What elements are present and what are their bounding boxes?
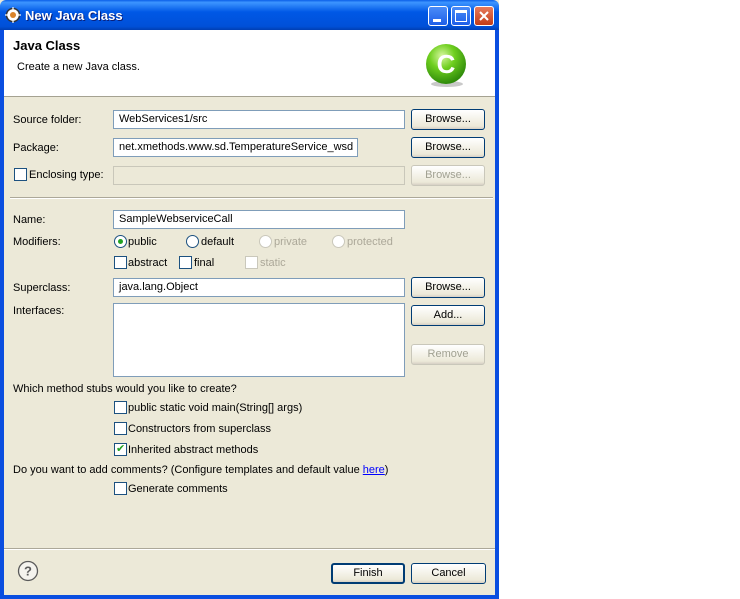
modifiers-label: Modifiers:	[13, 236, 61, 248]
window-frame-left	[0, 30, 4, 599]
modifier-private-label: private	[274, 236, 308, 248]
help-glyph: ?	[24, 564, 32, 579]
modifier-final-checkbox[interactable]	[179, 256, 192, 269]
package-input[interactable]: net.xmethods.www.sd.TemperatureService_w…	[113, 138, 358, 157]
minimize-button[interactable]	[428, 6, 448, 26]
cancel-button[interactable]: Cancel	[411, 563, 486, 584]
modifier-protected-radio[interactable]	[332, 235, 345, 248]
interfaces-add-button[interactable]: Add...	[411, 305, 485, 326]
source-folder-label: Source folder:	[13, 114, 82, 126]
close-button[interactable]	[474, 6, 494, 26]
interfaces-label: Interfaces:	[13, 305, 65, 317]
package-browse-button[interactable]: Browse...	[411, 137, 485, 158]
configure-templates-link[interactable]: here	[363, 464, 385, 476]
superclass-label: Superclass:	[13, 282, 71, 294]
generate-comments-label: Generate comments	[128, 483, 228, 495]
modifier-public-radio[interactable]	[114, 235, 127, 248]
modifier-private-radio[interactable]	[259, 235, 272, 248]
window-frame-bottom	[0, 595, 499, 599]
wizard-subtitle: Create a new Java class.	[17, 61, 140, 73]
method-stubs-question: Which method stubs would you like to cre…	[13, 383, 237, 395]
java-class-logo-icon: C	[426, 44, 466, 87]
comments-question: Do you want to add comments? (Configure …	[13, 464, 388, 476]
modifier-abstract-label: abstract	[128, 257, 168, 269]
modifier-protected-label: protected	[347, 236, 393, 248]
modifier-static-label: static	[260, 257, 286, 269]
comments-question-prefix: Do you want to add comments? (Configure …	[13, 464, 363, 476]
enclosing-type-checkbox[interactable]	[14, 168, 27, 181]
modifier-abstract-checkbox[interactable]	[114, 256, 127, 269]
modifier-default-label: default	[201, 236, 235, 248]
wizard-header: Java Class Create a new Java class. C	[4, 30, 495, 97]
stub-constructors-checkbox[interactable]	[114, 422, 127, 435]
wizard-title: Java Class	[13, 38, 81, 53]
package-label: Package:	[13, 142, 59, 154]
name-input[interactable]: SampleWebserviceCall	[113, 210, 405, 229]
modifier-static-checkbox[interactable]	[245, 256, 258, 269]
footer-separator	[4, 548, 495, 550]
help-icon[interactable]: ?	[17, 560, 39, 582]
enclosing-type-label: Enclosing type:	[29, 169, 104, 181]
modifier-default-radio[interactable]	[186, 235, 199, 248]
eclipse-icon	[5, 7, 21, 23]
section-separator	[10, 197, 493, 199]
interfaces-remove-button[interactable]: Remove	[411, 344, 485, 365]
maximize-button[interactable]	[451, 6, 471, 26]
stub-inherited-checkbox[interactable]	[114, 442, 127, 456]
window-title: New Java Class	[25, 8, 123, 23]
enclosing-type-input[interactable]	[113, 166, 405, 185]
stub-inherited-label: Inherited abstract methods	[128, 444, 259, 456]
superclass-browse-button[interactable]: Browse...	[411, 277, 485, 298]
source-folder-input[interactable]: WebServices1/src	[113, 110, 405, 129]
stub-constructors-label: Constructors from superclass	[128, 423, 272, 435]
comments-question-suffix: )	[384, 464, 389, 476]
finish-button[interactable]: Finish	[331, 563, 405, 584]
stub-main-checkbox[interactable]	[114, 401, 127, 414]
modifier-public-label: public	[128, 236, 157, 248]
title-bar[interactable]: New Java Class	[0, 0, 499, 30]
close-icon	[479, 11, 489, 21]
name-label: Name:	[13, 214, 46, 226]
maximize-icon	[455, 10, 467, 22]
logo-letter: C	[437, 49, 456, 79]
source-folder-browse-button[interactable]: Browse...	[411, 109, 485, 130]
stub-main-label: public static void main(String[] args)	[128, 402, 303, 414]
window-frame-right	[495, 30, 499, 599]
enclosing-type-browse-button[interactable]: Browse...	[411, 165, 485, 186]
minimize-icon	[433, 19, 441, 22]
superclass-input[interactable]: java.lang.Object	[113, 278, 405, 297]
modifier-final-label: final	[194, 257, 215, 269]
generate-comments-checkbox[interactable]	[114, 482, 127, 495]
interfaces-list[interactable]	[113, 303, 405, 377]
